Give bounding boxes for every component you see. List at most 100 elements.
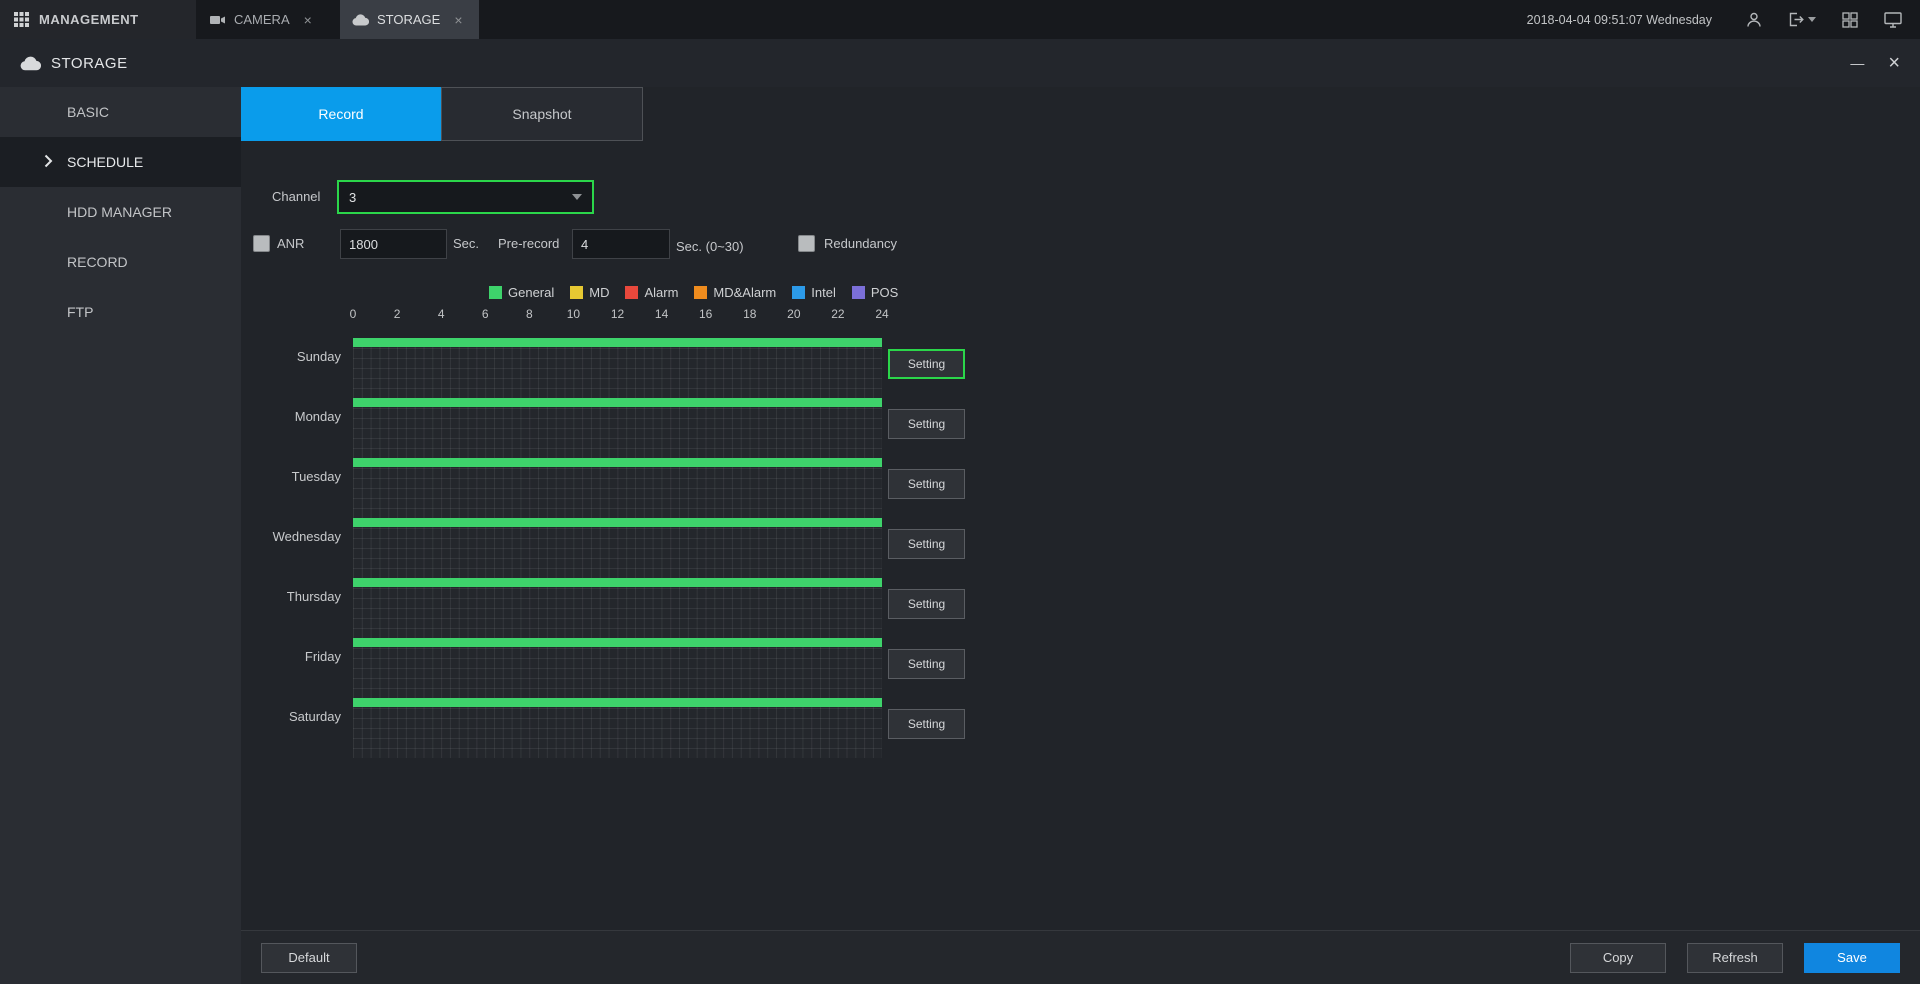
day-label: Wednesday [241, 529, 341, 544]
day-label: Thursday [241, 589, 341, 604]
schedule-row-saturday: Saturday Setting [241, 698, 1920, 758]
sidebar-item-label: SCHEDULE [67, 154, 143, 170]
sidebar-item-record[interactable]: RECORD [0, 237, 241, 287]
logout-icon[interactable] [1788, 12, 1816, 27]
legend-item-intel: Intel [792, 285, 836, 300]
general-record-bar [353, 578, 882, 587]
timeline-grid-thursday[interactable] [353, 578, 882, 638]
tab-snapshot[interactable]: Snapshot [441, 87, 643, 141]
record-type-legend: General MD Alarm MD&Alarm Intel POS [489, 285, 898, 300]
alarm-color-swatch [625, 286, 638, 299]
refresh-button[interactable]: Refresh [1687, 943, 1783, 973]
minimize-button[interactable]: — [1850, 56, 1864, 70]
storage-icon [352, 14, 369, 26]
display-icon[interactable] [1884, 12, 1902, 28]
top-tab-camera-label: CAMERA [234, 12, 290, 27]
setting-button-thursday[interactable]: Setting [888, 589, 965, 619]
timeline-grid-sunday[interactable] [353, 338, 882, 398]
schedule-row-friday: Friday Setting [241, 638, 1920, 698]
logout-caret-icon [1808, 17, 1816, 22]
schedule-row-thursday: Thursday Setting [241, 578, 1920, 638]
hour-tick-label: 0 [350, 307, 357, 321]
setting-button-tuesday[interactable]: Setting [888, 469, 965, 499]
timeline-grid-friday[interactable] [353, 638, 882, 698]
timeline-grid-monday[interactable] [353, 398, 882, 458]
grid-menu-icon [14, 12, 29, 27]
anr-checkbox[interactable] [253, 235, 270, 252]
general-record-bar [353, 338, 882, 347]
timeline-grid-tuesday[interactable] [353, 458, 882, 518]
topbar-right: 2018-04-04 09:51:07 Wednesday [1527, 12, 1920, 28]
timeline-grid-saturday[interactable] [353, 698, 882, 758]
setting-button-sunday[interactable]: Setting [888, 349, 965, 379]
schedule-row-sunday: Sunday Setting [241, 338, 1920, 398]
screen-layout-icon[interactable] [1842, 12, 1858, 28]
sidebar-item-ftp[interactable]: FTP [0, 287, 241, 337]
day-label: Tuesday [241, 469, 341, 484]
day-label: Friday [241, 649, 341, 664]
pos-color-swatch [852, 286, 865, 299]
save-button[interactable]: Save [1804, 943, 1900, 973]
close-storage-tab-icon[interactable]: × [454, 12, 462, 28]
prerecord-seconds-input[interactable] [572, 229, 670, 259]
channel-value: 3 [349, 190, 356, 205]
sidebar-item-label: RECORD [67, 254, 128, 270]
anr-seconds-input[interactable] [340, 229, 447, 259]
close-camera-tab-icon[interactable]: × [304, 12, 312, 28]
schedule-row-tuesday: Tuesday Setting [241, 458, 1920, 518]
timeline-grid-wednesday[interactable] [353, 518, 882, 578]
close-window-button[interactable]: × [1888, 53, 1900, 73]
window-titlebar: STORAGE — × [0, 39, 1920, 87]
hour-tick-label: 8 [526, 307, 533, 321]
channel-dropdown[interactable]: 3 [337, 180, 594, 214]
md-color-swatch [570, 286, 583, 299]
general-record-bar [353, 518, 882, 527]
legend-item-md-alarm: MD&Alarm [694, 285, 776, 300]
copy-button[interactable]: Copy [1570, 943, 1666, 973]
general-record-bar [353, 458, 882, 467]
sidebar-item-label: HDD MANAGER [67, 204, 172, 220]
weekly-schedule: Sunday Setting Monday Setting Tuesday Se… [241, 338, 1920, 758]
sidebar-item-label: FTP [67, 304, 93, 320]
prerecord-label: Pre-record [498, 236, 559, 252]
day-label: Sunday [241, 349, 341, 364]
sidebar-item-hdd-manager[interactable]: HDD MANAGER [0, 187, 241, 237]
hour-tick-label: 12 [611, 307, 624, 321]
user-icon[interactable] [1746, 12, 1762, 28]
intel-color-swatch [792, 286, 805, 299]
hour-tick-label: 4 [438, 307, 445, 321]
top-tab-storage-label: STORAGE [377, 12, 440, 27]
management-label: MANAGEMENT [39, 12, 139, 27]
hour-tick-label: 18 [743, 307, 756, 321]
management-tab[interactable]: MANAGEMENT [0, 0, 196, 39]
storage-window-icon [20, 56, 41, 71]
top-bar: MANAGEMENT CAMERA × STORAGE × 2018-04-04… [0, 0, 1920, 39]
sidebar-item-basic[interactable]: BASIC [0, 87, 241, 137]
top-tab-storage[interactable]: STORAGE × [340, 0, 479, 39]
redundancy-checkbox[interactable] [798, 235, 815, 252]
sidebar: BASIC SCHEDULE HDD MANAGER RECORD FTP [0, 87, 241, 984]
general-record-bar [353, 698, 882, 707]
sidebar-item-schedule[interactable]: SCHEDULE [0, 137, 241, 187]
setting-button-wednesday[interactable]: Setting [888, 529, 965, 559]
main-content: Record Snapshot Channel 3 ANR Sec. Pre-r… [241, 87, 1920, 984]
camera-icon [210, 14, 226, 26]
default-button[interactable]: Default [261, 943, 357, 973]
legend-item-md: MD [570, 285, 609, 300]
hour-tick-label: 6 [482, 307, 489, 321]
setting-button-friday[interactable]: Setting [888, 649, 965, 679]
footer-bar: Default Copy Refresh Save [241, 930, 1920, 984]
channel-label: Channel [272, 189, 320, 205]
hour-tick-label: 2 [394, 307, 401, 321]
general-record-bar [353, 398, 882, 407]
window-title: STORAGE [51, 55, 128, 72]
setting-button-saturday[interactable]: Setting [888, 709, 965, 739]
legend-item-pos: POS [852, 285, 898, 300]
day-label: Saturday [241, 709, 341, 724]
anr-label: ANR [277, 236, 304, 252]
tab-record[interactable]: Record [241, 87, 441, 141]
redundancy-label: Redundancy [824, 236, 897, 252]
hour-tick-label: 22 [831, 307, 844, 321]
top-tab-camera[interactable]: CAMERA × [198, 0, 333, 39]
setting-button-monday[interactable]: Setting [888, 409, 965, 439]
